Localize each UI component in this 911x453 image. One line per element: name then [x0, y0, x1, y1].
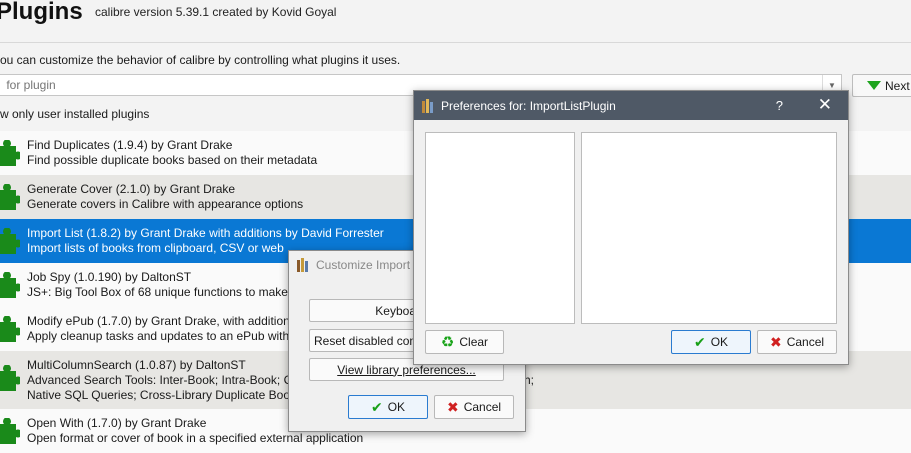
customize-dialog-title: Customize Import — [316, 258, 411, 272]
check-icon: ✔ — [693, 333, 706, 350]
page-title: Plugins — [0, 0, 83, 25]
plugin-description: Generate covers in Calibre with appearan… — [27, 197, 304, 211]
plugin-description: Apply cleanup tasks and updates to an eP… — [27, 329, 296, 343]
plugin-name: Find Duplicates (1.9.4) by Grant Drake — [27, 138, 233, 152]
puzzle-piece-icon — [0, 272, 20, 298]
plugin-description-line2: Native SQL Queries; Cross-Library Duplic… — [27, 388, 296, 402]
cancel-button[interactable]: ✖ Cancel — [434, 395, 514, 419]
puzzle-piece-icon — [0, 184, 20, 210]
puzzle-piece-icon — [0, 316, 20, 342]
plugin-name: Import List (1.8.2) by Grant Drake with … — [27, 226, 384, 240]
plugin-name: Job Spy (1.0.190) by DaltonST — [27, 270, 192, 284]
plugin-description: JS+: Big Tool Box of 68 unique functions… — [27, 285, 288, 299]
puzzle-piece-icon — [0, 365, 20, 391]
plugin-description: Import lists of books from clipboard, CS… — [27, 241, 284, 255]
puzzle-piece-icon — [0, 418, 20, 444]
green-arrow-down-icon — [867, 81, 881, 90]
header-divider — [0, 42, 911, 43]
close-icon[interactable]: ✕ — [818, 95, 832, 115]
puzzle-piece-icon — [0, 228, 20, 254]
preferences-list-panel[interactable] — [425, 132, 575, 324]
clear-button[interactable]: ♻ Clear — [425, 330, 504, 354]
plugin-name: MultiColumnSearch (1.0.87) by DaltonST — [27, 358, 246, 372]
cancel-button[interactable]: ✖ Cancel — [757, 330, 837, 354]
next-button[interactable]: Next — [852, 74, 911, 97]
show-only-user-plugins-checkbox[interactable]: w only user installed plugins — [0, 107, 149, 121]
version-text: calibre version 5.39.1 created by Kovid … — [95, 5, 337, 19]
calibre-logo-icon — [422, 98, 435, 113]
ok-button[interactable]: ✔ OK — [671, 330, 751, 354]
cross-icon: ✖ — [446, 398, 459, 415]
calibre-logo-icon — [297, 258, 310, 272]
puzzle-piece-icon — [0, 140, 20, 166]
check-icon: ✔ — [370, 398, 383, 415]
plugin-description: Advanced Search Tools: Inter-Book; Intra… — [27, 373, 297, 387]
help-icon[interactable]: ? — [776, 98, 783, 113]
description-text: ou can customize the behavior of calibre… — [0, 53, 401, 67]
cross-icon: ✖ — [769, 333, 782, 350]
plugin-name: Modify ePub (1.7.0) by Grant Drake, with… — [27, 314, 290, 328]
ok-button[interactable]: ✔ OK — [348, 395, 428, 419]
plugin-description: Find possible duplicate books based on t… — [27, 153, 318, 167]
plugin-name: Generate Cover (2.1.0) by Grant Drake — [27, 182, 236, 196]
plugin-name: Open With (1.7.0) by Grant Drake — [27, 416, 207, 430]
preferences-content-panel[interactable] — [581, 132, 837, 324]
preferences-dialog[interactable]: Preferences for: ImportListPlugin ? ✕ ♻ … — [413, 90, 849, 365]
recycle-icon: ♻ — [440, 334, 455, 351]
preferences-dialog-title: Preferences for: ImportListPlugin — [441, 98, 616, 113]
plugin-description: Open format or cover of book in a specif… — [27, 431, 364, 445]
